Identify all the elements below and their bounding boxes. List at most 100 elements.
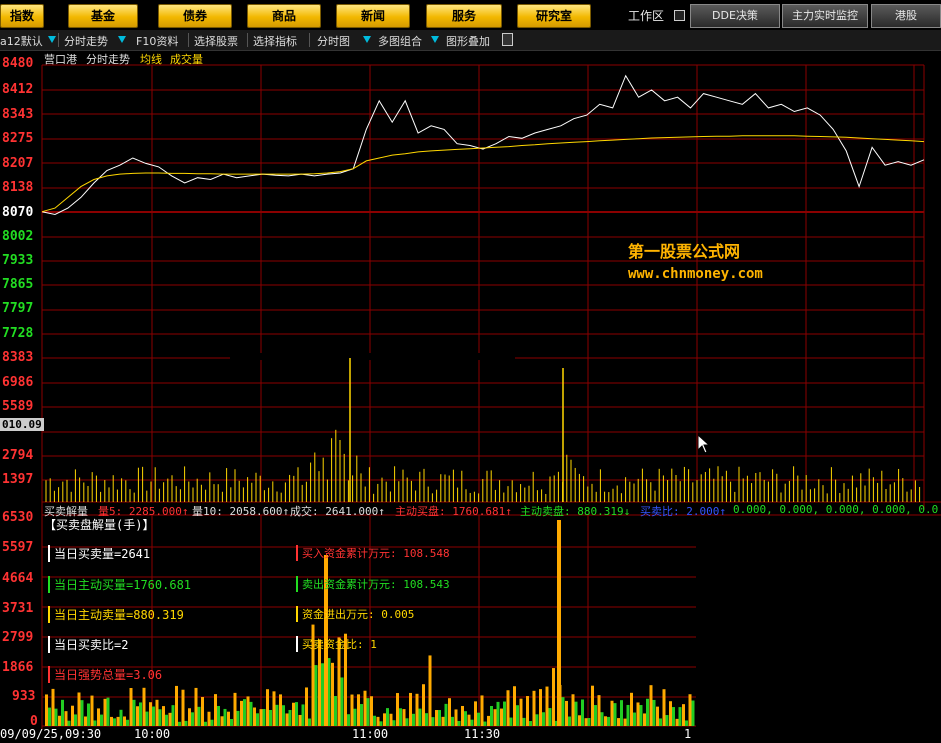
nav-service-button[interactable]: 服务 (426, 4, 502, 28)
divider (188, 33, 189, 47)
scheme-select[interactable]: a12默认 (0, 33, 43, 49)
active-buy-bar (116, 716, 120, 726)
active-buy-bar (467, 714, 471, 726)
active-sell-bar (600, 712, 604, 726)
lower-axis-label: 1866 (2, 660, 34, 675)
tool-intraday-chart[interactable]: 分时图 (317, 33, 350, 49)
active-sell-bar (529, 721, 532, 726)
active-buy-bar (513, 686, 516, 726)
active-buy-bar (110, 716, 113, 726)
active-sell-bar (67, 720, 71, 726)
active-sell-bar (113, 718, 116, 726)
active-buy-bar (214, 694, 217, 726)
price-axis-label: 8412 (2, 82, 34, 97)
active-sell-bar (48, 707, 51, 726)
tool-f10[interactable]: F10资料 (136, 33, 178, 49)
hk-stocks-button[interactable]: 港股 (871, 4, 941, 28)
active-sell-bar (392, 720, 396, 726)
tool-overlay[interactable]: 图形叠加 (446, 33, 490, 49)
active-sell-bar (496, 701, 500, 726)
stat-capital-ratio: 买卖资金比: 1 (296, 636, 377, 652)
active-sell-bar (678, 707, 682, 726)
active-sell-bar (152, 706, 155, 726)
tool-select-indicator[interactable]: 选择指标 (253, 33, 297, 49)
price-axis-label: 7865 (2, 277, 34, 292)
active-sell-bar (587, 718, 591, 726)
active-sell-bar (535, 714, 539, 726)
divider (58, 33, 59, 47)
chart-dropdown-icon[interactable] (363, 36, 371, 43)
active-sell-bar (74, 714, 77, 726)
active-sell-bar (386, 708, 389, 726)
active-buy-bar (357, 694, 360, 726)
active-buy-bar (136, 706, 139, 726)
volume-crosshair-label: 010.09 (0, 418, 44, 431)
scheme-dropdown-icon[interactable] (48, 36, 56, 43)
chart-canvas[interactable] (0, 50, 941, 740)
active-sell-bar (691, 700, 695, 726)
main-force-monitor-button[interactable]: 主力实时监控 (782, 4, 868, 28)
active-buy-bar (552, 668, 555, 726)
active-buy-bar (240, 700, 243, 726)
watermark-url: www.chnmoney.com (628, 266, 763, 282)
active-buy-bar (441, 716, 445, 726)
active-sell-bar (366, 698, 370, 726)
price-base-label: 8070 (2, 205, 34, 220)
active-buy-bar (45, 694, 48, 726)
dde-decision-button[interactable]: DDE决策 (690, 4, 780, 28)
tool-intraday[interactable]: 分时走势 (64, 33, 108, 49)
active-buy-bar (188, 708, 191, 726)
top-navigation: 指数 基金 债券 商品 新闻 服务 研究室 工作区 DDE决策 主力实时监控 港… (0, 0, 941, 30)
lower-axis-label: 6530 (2, 510, 34, 525)
intraday-chart: 营口港 分时走势 均线 成交量 8480 8412 8343 8275 8207… (0, 50, 941, 743)
active-sell-bar (61, 699, 64, 726)
active-buy-bar (149, 702, 152, 726)
stat-buy-sell-ratio: 当日买卖比=2 (48, 636, 128, 653)
time-label: 10:00 (134, 727, 171, 741)
time-label-start: 09/09/25,09:30 (0, 727, 102, 741)
nav-commodity-button[interactable]: 商品 (247, 4, 321, 28)
active-sell-bar (288, 709, 292, 726)
workspace-toggle-icon[interactable] (674, 10, 685, 21)
active-sell-bar (262, 709, 266, 726)
active-buy-bar (461, 705, 464, 726)
volume-axis-label: 6986 (2, 375, 34, 390)
active-buy-bar (279, 694, 282, 726)
active-buy-bar (194, 687, 198, 726)
time-label: 1 (684, 727, 692, 741)
active-buy-bar (578, 715, 581, 726)
tool-select-stock[interactable]: 选择股票 (194, 33, 238, 49)
active-sell-bar (119, 709, 123, 726)
active-buy-bar (435, 710, 438, 726)
multi-chart-dropdown-icon[interactable] (431, 36, 439, 43)
active-sell-bar (581, 699, 584, 726)
volume-axis-label: 1397 (2, 472, 34, 487)
active-sell-bar (665, 715, 669, 726)
indicator-buy-sell-ratio: 买卖比: 2.000↑ (640, 505, 726, 518)
active-buy-bar (246, 696, 250, 726)
active-sell-bar (509, 717, 513, 726)
active-sell-bar (470, 719, 474, 726)
intraday-dropdown-icon[interactable] (118, 36, 126, 43)
nav-index-button[interactable]: 指数 (0, 4, 44, 28)
active-sell-bar (451, 716, 454, 726)
active-sell-bar (568, 716, 571, 726)
active-buy-bar (584, 718, 588, 726)
lock-icon[interactable] (502, 33, 513, 46)
active-buy-bar (77, 692, 81, 726)
nav-research-button[interactable]: 研究室 (517, 4, 591, 28)
nav-bond-button[interactable]: 债券 (158, 4, 232, 28)
indicator-active-buy: 主动买盘: 1760.681↑ (395, 505, 512, 518)
active-buy-bar (51, 688, 55, 726)
active-buy-bar (557, 520, 561, 726)
active-sell-bar (626, 704, 630, 726)
nav-news-button[interactable]: 新闻 (336, 4, 410, 28)
price-axis-label: 7797 (2, 301, 34, 316)
active-sell-bar (171, 705, 175, 726)
active-buy-bar (532, 690, 536, 726)
active-buy-bar (539, 689, 542, 726)
nav-fund-button[interactable]: 基金 (68, 4, 138, 28)
active-buy-bar (305, 687, 308, 726)
price-axis-label: 8207 (2, 156, 34, 171)
tool-multi-chart[interactable]: 多图组合 (378, 33, 422, 49)
